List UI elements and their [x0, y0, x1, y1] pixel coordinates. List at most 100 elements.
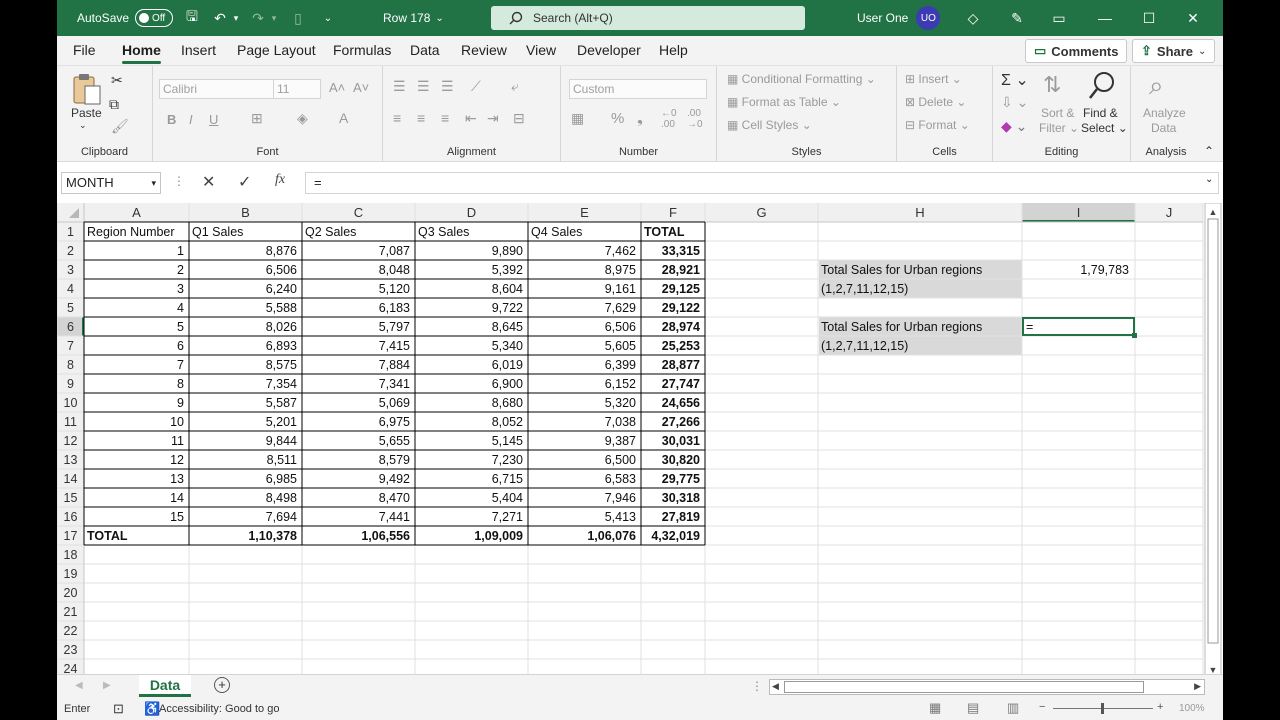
table-cell[interactable]: 30,820: [662, 453, 700, 467]
page-layout-view-icon[interactable]: ▤: [967, 700, 979, 716]
format-painter-icon[interactable]: 🖌: [111, 118, 129, 135]
percent-style-icon[interactable]: %: [611, 110, 624, 127]
row-header[interactable]: 23: [64, 643, 78, 657]
accounting-format-icon[interactable]: ▦: [571, 110, 584, 127]
table-cell[interactable]: 7,038: [605, 415, 636, 429]
autosave-toggle[interactable]: Off: [135, 9, 174, 27]
scrollbar-thumb[interactable]: [1207, 218, 1219, 644]
table-cell[interactable]: 5,587: [266, 396, 297, 410]
table-cell[interactable]: 6,893: [266, 339, 297, 353]
customize-toolbar-icon[interactable]: ⌄: [317, 7, 339, 29]
conditional-formatting-button[interactable]: ▦ Conditional Formatting ⌄: [727, 72, 876, 86]
urban-sales-value[interactable]: 1,79,783: [1080, 263, 1129, 277]
scroll-tabs-left-icon[interactable]: ◀: [75, 680, 83, 691]
minimize-icon[interactable]: —: [1094, 7, 1116, 29]
table-cell[interactable]: 6,506: [266, 263, 297, 277]
scrollbar-thumb[interactable]: [784, 681, 1144, 693]
table-cell[interactable]: 2: [177, 263, 184, 277]
table-cell[interactable]: 7,230: [492, 453, 523, 467]
row-header[interactable]: 2: [67, 244, 74, 258]
table-cell[interactable]: 8,575: [266, 358, 297, 372]
table-cell[interactable]: 3: [177, 282, 184, 296]
table-cell[interactable]: 30,031: [662, 434, 700, 448]
row-header[interactable]: 9: [67, 377, 74, 391]
row-header[interactable]: 1: [67, 225, 74, 239]
column-header[interactable]: C: [354, 205, 363, 220]
table-cell[interactable]: 14: [170, 491, 184, 505]
table-cell[interactable]: 8,604: [492, 282, 523, 296]
tab-data[interactable]: Data: [410, 42, 440, 58]
grow-font-icon[interactable]: A˄: [329, 80, 345, 95]
redo-dropdown-icon[interactable]: ▾: [269, 7, 279, 29]
row-header[interactable]: 8: [67, 358, 74, 372]
table-cell[interactable]: 6,715: [492, 472, 523, 486]
formula-input[interactable]: =: [305, 172, 1219, 194]
collapse-ribbon-icon[interactable]: ⌃: [1204, 144, 1214, 158]
row-header[interactable]: 7: [67, 339, 74, 353]
row-header[interactable]: 5: [67, 301, 74, 315]
active-cell[interactable]: [1022, 317, 1135, 336]
table-cell[interactable]: 5,404: [492, 491, 523, 505]
table-cell[interactable]: 5,605: [605, 339, 636, 353]
align-right-icon[interactable]: ≡: [441, 110, 449, 126]
sort-filter-label-1[interactable]: Sort &: [1041, 106, 1074, 120]
enter-icon[interactable]: ✓: [238, 172, 251, 192]
scroll-right-icon[interactable]: ▶: [1194, 681, 1201, 692]
insert-cells-button[interactable]: ⊞ Insert ⌄: [905, 72, 962, 86]
tab-file[interactable]: File: [73, 42, 96, 58]
table-cell[interactable]: 7,087: [379, 244, 410, 258]
add-sheet-icon[interactable]: +: [214, 677, 230, 693]
table-cell[interactable]: 28,921: [662, 263, 700, 277]
row-header[interactable]: 14: [64, 472, 78, 486]
table-cell[interactable]: 24,656: [662, 396, 700, 410]
borders-icon[interactable]: ⊞: [251, 110, 263, 127]
table-cell[interactable]: 8,026: [266, 320, 297, 334]
row-header[interactable]: 3: [67, 263, 74, 277]
table-cell[interactable]: 6,183: [379, 301, 410, 315]
increase-decimal-icon[interactable]: ←0.00: [661, 108, 677, 130]
paste-label[interactable]: Paste: [71, 106, 102, 120]
table-cell[interactable]: 7,462: [605, 244, 636, 258]
table-cell[interactable]: Region Number: [87, 225, 175, 239]
table-cell[interactable]: 7,629: [605, 301, 636, 315]
table-cell[interactable]: 6: [177, 339, 184, 353]
table-cell[interactable]: 6,019: [492, 358, 523, 372]
table-cell[interactable]: 8,680: [492, 396, 523, 410]
zoom-slider-thumb[interactable]: [1101, 703, 1104, 714]
zoom-slider[interactable]: [1053, 703, 1153, 714]
column-header[interactable]: F: [669, 205, 677, 220]
table-cell[interactable]: 6,900: [492, 377, 523, 391]
table-cell[interactable]: 8,048: [379, 263, 410, 277]
row-header[interactable]: 22: [64, 624, 78, 638]
undo-dropdown-icon[interactable]: ▾: [231, 7, 241, 29]
table-cell[interactable]: 8,579: [379, 453, 410, 467]
row-header[interactable]: 15: [64, 491, 78, 505]
table-cell[interactable]: 10: [170, 415, 184, 429]
cell-styles-button[interactable]: ▦ Cell Styles ⌄: [727, 118, 812, 132]
table-cell[interactable]: 4: [177, 301, 184, 315]
table-cell[interactable]: 6,399: [605, 358, 636, 372]
table-cell[interactable]: 1,06,556: [361, 529, 410, 543]
table-cell[interactable]: 5,655: [379, 434, 410, 448]
increase-indent-icon[interactable]: ⇥: [487, 110, 499, 127]
table-cell[interactable]: 8,470: [379, 491, 410, 505]
table-cell[interactable]: 8,511: [267, 453, 297, 467]
maximize-icon[interactable]: ☐: [1138, 7, 1160, 29]
urban-sales-label-2[interactable]: Total Sales for Urban regions: [821, 320, 982, 334]
column-header[interactable]: G: [756, 205, 766, 220]
analyze-data-label-2[interactable]: Data: [1151, 121, 1176, 135]
analyze-data-icon[interactable]: ⌕: [1149, 70, 1164, 102]
row-header[interactable]: 16: [64, 510, 78, 524]
row-header[interactable]: 20: [64, 586, 78, 600]
font-color-icon[interactable]: A: [339, 110, 348, 126]
search-box[interactable]: Search (Alt+Q): [491, 6, 805, 30]
analyze-data-label-1[interactable]: Analyze: [1143, 106, 1186, 120]
table-cell[interactable]: Q4 Sales: [531, 225, 582, 239]
insert-function-icon[interactable]: fx: [275, 172, 285, 188]
table-cell[interactable]: 5,392: [492, 263, 523, 277]
column-header[interactable]: B: [241, 205, 250, 220]
table-cell[interactable]: 8,052: [492, 415, 523, 429]
merge-center-icon[interactable]: ⊟: [513, 110, 525, 127]
tab-developer[interactable]: Developer: [577, 42, 641, 58]
table-cell[interactable]: Q3 Sales: [418, 225, 469, 239]
